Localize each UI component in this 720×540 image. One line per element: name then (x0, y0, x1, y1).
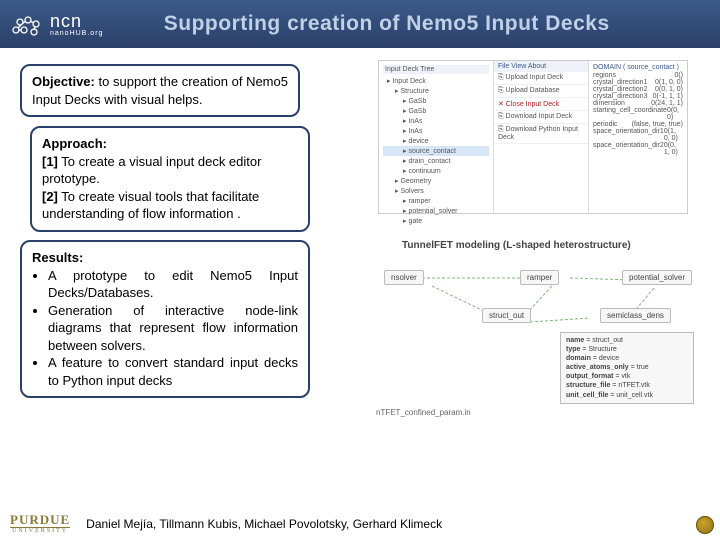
editor-screenshot: Input Deck Tree ▸ Input Deck▸ Structure▸… (378, 60, 688, 214)
tree-item: ▸ continuum (383, 166, 489, 176)
tree-item: ▸ InAs (383, 116, 489, 126)
diagram-caption: nTFET_confined_param.in (376, 408, 471, 417)
props-header: DOMAIN ( source_contact ) (593, 63, 683, 72)
prop-row: crystal_direction30(-1, 1, 1) (593, 93, 683, 100)
editor-properties: DOMAIN ( source_contact ) regions0()crys… (589, 61, 687, 213)
purdue-logo: PURDUE UNIVERSITY (10, 513, 70, 534)
menu-item: ⎘ Upload Input Deck (494, 72, 588, 85)
approach-panel: Approach: [1] To create a visual input d… (30, 126, 310, 232)
param-line: name = struct_out (566, 336, 688, 345)
tree-item: ▸ InAs (383, 126, 489, 136)
param-line: type = Structure (566, 345, 688, 354)
footer: PURDUE UNIVERSITY Daniel Mejía, Tillmann… (0, 513, 720, 534)
tree-title: Input Deck Tree (383, 65, 489, 74)
node-nsolver: nsolver (384, 270, 424, 285)
tree-item: ▸ gate (383, 216, 489, 226)
results-bullet: A prototype to edit Nemo5 Input Decks/Da… (48, 267, 298, 302)
prop-row: regions0() (593, 72, 683, 79)
purdue-top: PURDUE (10, 513, 70, 528)
tree-item: ▸ Structure (383, 86, 489, 96)
menu-item: ⎘ Download Python Input Deck (494, 124, 588, 144)
logo-sub: nanoHUB.org (50, 30, 103, 37)
param-line: structure_file = nTFET.vtk (566, 381, 688, 390)
diagram-title: TunnelFET modeling (L-shaped heterostruc… (372, 240, 700, 251)
prop-row: crystal_direction10(1, 0, 0) (593, 79, 683, 86)
content-area: Objective: to support the creation of Ne… (0, 60, 720, 502)
objective-panel: Objective: to support the creation of Ne… (20, 64, 300, 117)
approach-t1: To create a visual input deck editor pro… (42, 154, 261, 187)
node-potential-solver: potential_solver (622, 270, 692, 285)
param-line: unit_cell_file = unit_cell.vtk (566, 391, 688, 400)
approach-n2: [2] (42, 189, 58, 204)
logo-main: ncn (50, 12, 103, 30)
results-label: Results: (32, 249, 298, 267)
editor-file-menu: File View About ⎘ Upload Input Deck⎘ Upl… (494, 61, 589, 213)
menu-item: ⎘ Upload Database (494, 85, 588, 98)
tree-item: ▸ GaSb (383, 96, 489, 106)
tree-item: ▸ Geometry (383, 176, 489, 186)
slide-title: Supporting creation of Nemo5 Input Decks (103, 12, 710, 36)
node-semiclass-dens: semiclass_dens (600, 308, 671, 323)
tree-item: ▸ ramper (383, 196, 489, 206)
prop-row: dimension0(24, 1, 1) (593, 100, 683, 107)
editor-tree: Input Deck Tree ▸ Input Deck▸ Structure▸… (379, 61, 494, 213)
prop-row: space_orientation_dir20(0, 1, 0) (593, 142, 683, 156)
prop-row: periodic(false, true, true) (593, 121, 683, 128)
prop-row: crystal_direction20(0, 1, 0) (593, 86, 683, 93)
param-line: output_format = vtk (566, 372, 688, 381)
tree-item: ▸ source_contact (383, 146, 489, 156)
title-header: ncn nanoHUB.org Supporting creation of N… (0, 0, 720, 48)
ncn-molecule-icon (10, 10, 44, 38)
tree-item: ▸ GaSb (383, 106, 489, 116)
approach-n1: [1] (42, 154, 58, 169)
editor-tabs: File View About (494, 61, 588, 72)
menu-item: ⎘ Download Input Deck (494, 111, 588, 124)
prop-row: space_orientation_dir10(1, 0, 0) (593, 128, 683, 142)
node-ramper: ramper (520, 270, 559, 285)
tree-item: ▸ potential_solver (383, 206, 489, 216)
tree-item: ▸ drain_contact (383, 156, 489, 166)
results-bullet: Generation of interactive node-link diag… (48, 302, 298, 355)
diagram-figure: TunnelFET modeling (L-shaped heterostruc… (372, 240, 700, 440)
approach-t2: To create visual tools that facilitate u… (42, 189, 259, 222)
node-struct-out: struct_out (482, 308, 531, 323)
approach-label: Approach: (42, 135, 298, 153)
prop-row: starting_cell_coordinate0(0, 0) (593, 107, 683, 121)
tree-item: ▸ device (383, 136, 489, 146)
logo: ncn nanoHUB.org (10, 10, 103, 38)
param-line: active_atoms_only = true (566, 363, 688, 372)
purdue-bottom: UNIVERSITY (12, 528, 68, 534)
tree-item: ▸ Input Deck (383, 76, 489, 86)
menu-item: ✕ Close Input Deck (494, 98, 588, 111)
params-panel: name = struct_outtype = Structuredomain … (560, 332, 694, 404)
nsf-seal-icon (696, 516, 714, 534)
tree-item: ▸ Solvers (383, 186, 489, 196)
objective-label: Objective: (32, 74, 95, 89)
results-bullet: A feature to convert standard input deck… (48, 354, 298, 389)
param-line: domain = device (566, 354, 688, 363)
results-panel: Results: A prototype to edit Nemo5 Input… (20, 240, 310, 398)
authors: Daniel Mejía, Tillmann Kubis, Michael Po… (86, 517, 442, 531)
